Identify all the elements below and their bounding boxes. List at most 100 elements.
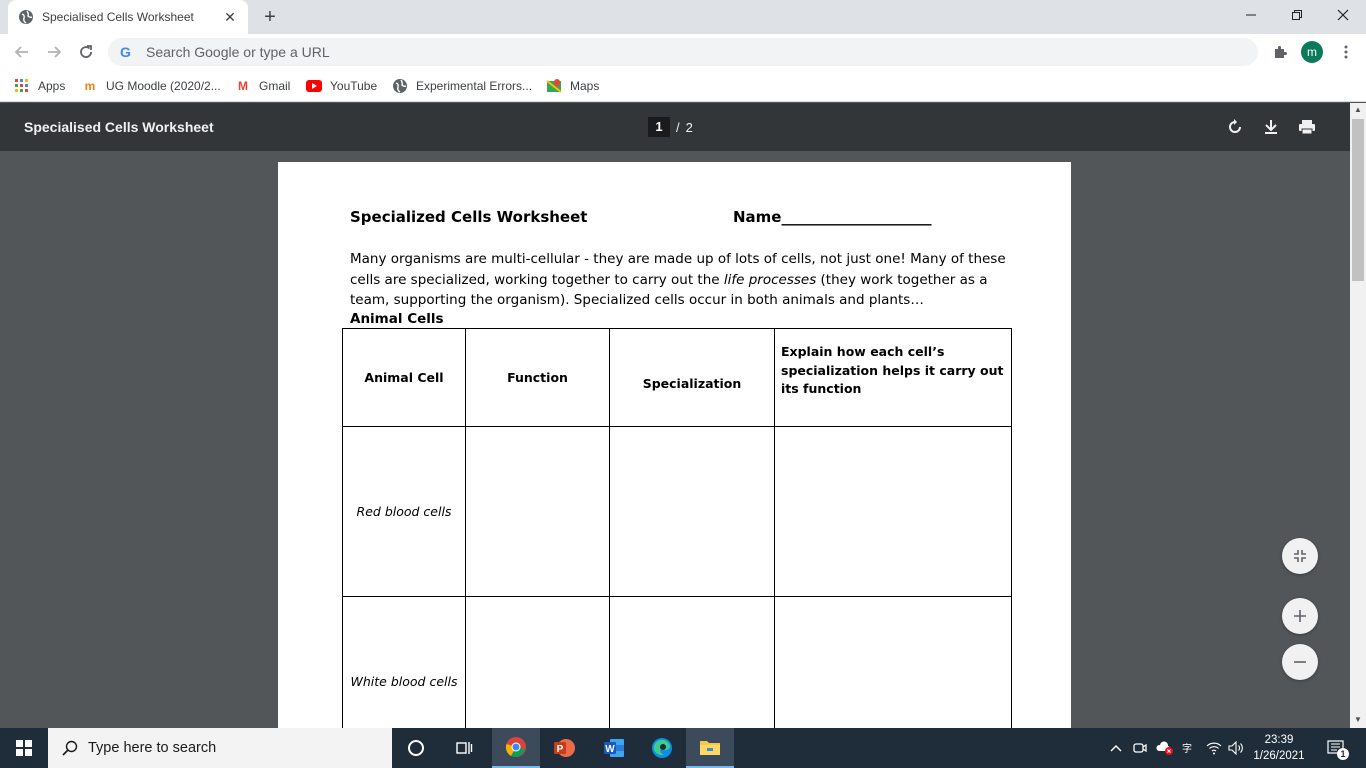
zoom-out-button[interactable] xyxy=(1282,644,1318,680)
bookmark-ug-moodle[interactable]: m UG Moodle (2020/2... xyxy=(82,76,221,96)
row-label-red-blood-cells: Red blood cells xyxy=(342,426,466,597)
total-pages: 2 xyxy=(685,119,693,135)
browser-tab[interactable]: Specialised Cells Worksheet ✕ xyxy=(8,0,248,34)
powerpoint-icon: P xyxy=(554,739,575,757)
show-hidden-icons-button[interactable] xyxy=(1106,728,1126,768)
wifi-status[interactable] xyxy=(1204,728,1224,768)
back-arrow-icon xyxy=(14,46,28,58)
input-method-indicator[interactable]: 字 xyxy=(1180,728,1200,768)
header-animal-cell: Animal Cell xyxy=(342,328,466,427)
section-heading: Animal Cells xyxy=(350,311,444,327)
current-page-input[interactable]: 1 xyxy=(648,117,670,137)
scrollbar-thumb[interactable] xyxy=(1352,119,1364,281)
download-icon xyxy=(1265,120,1277,134)
bookmark-gmail[interactable]: M Gmail xyxy=(235,76,290,96)
header-function: Function xyxy=(465,328,610,427)
tab-title: Specialised Cells Worksheet xyxy=(42,10,194,24)
taskbar-search[interactable] xyxy=(48,728,392,768)
address-input[interactable] xyxy=(146,44,1046,60)
svg-text:P: P xyxy=(557,744,564,755)
tab-strip: Specialised Cells Worksheet ✕ + xyxy=(0,0,1366,34)
taskbar-powerpoint[interactable]: P xyxy=(540,728,588,768)
start-button[interactable] xyxy=(0,728,48,768)
wifi-icon xyxy=(1206,742,1222,755)
table-cell xyxy=(774,596,1012,728)
pdf-viewport[interactable]: Specialized Cells Worksheet Name________… xyxy=(0,151,1350,728)
menu-button[interactable] xyxy=(1334,40,1358,64)
bookmark-label: Experimental Errors... xyxy=(416,79,533,93)
fit-page-icon xyxy=(1294,550,1306,562)
taskbar-chrome[interactable] xyxy=(492,728,540,768)
bookmark-maps[interactable]: Maps xyxy=(546,76,599,96)
scroll-up-icon[interactable]: ▲ xyxy=(1350,103,1366,117)
onedrive-status[interactable] xyxy=(1154,728,1176,768)
svg-text:W: W xyxy=(605,744,615,755)
worksheet-title: Specialized Cells Worksheet xyxy=(350,208,588,226)
bookmark-apps[interactable]: Apps xyxy=(14,76,65,96)
page-indicator: 1 / 2 xyxy=(648,117,693,137)
back-button[interactable] xyxy=(10,40,34,64)
search-icon xyxy=(62,740,78,756)
omnibox[interactable]: G xyxy=(108,38,1258,66)
kebab-menu-icon xyxy=(1344,45,1348,59)
notification-icon: 1 xyxy=(1327,740,1349,760)
bookmark-youtube[interactable]: YouTube xyxy=(306,76,377,96)
volume-control[interactable] xyxy=(1226,728,1248,768)
task-view-icon xyxy=(456,742,473,754)
pdf-title: Specialised Cells Worksheet xyxy=(24,119,214,135)
windows-taskbar: P W 字 23:39 1/26/2021 1 xyxy=(0,728,1366,768)
table-row: Red blood cells xyxy=(342,426,1012,597)
bookmark-label: YouTube xyxy=(330,79,378,93)
meet-now-button[interactable] xyxy=(1130,728,1150,768)
bookmark-experimental-errors[interactable]: Experimental Errors... xyxy=(392,76,532,96)
taskbar-search-input[interactable] xyxy=(88,740,368,756)
chrome-icon xyxy=(505,737,526,757)
profile-avatar[interactable]: m xyxy=(1301,41,1323,63)
restore-button[interactable] xyxy=(1274,0,1320,30)
windows-logo-icon xyxy=(16,740,32,756)
zoom-in-button[interactable] xyxy=(1282,598,1318,634)
cortana-icon xyxy=(408,740,424,756)
reload-button[interactable] xyxy=(74,40,98,64)
taskbar-file-explorer[interactable] xyxy=(686,728,734,768)
name-line: Name____________________ xyxy=(733,208,932,226)
table-cell xyxy=(609,596,775,728)
vertical-scrollbar[interactable]: ▲ ▼ xyxy=(1350,103,1366,728)
apps-grid-icon xyxy=(14,78,30,94)
minus-icon xyxy=(1294,661,1306,663)
rotate-button[interactable] xyxy=(1225,117,1245,137)
action-center-button[interactable]: 1 xyxy=(1318,728,1354,768)
close-tab-icon[interactable]: ✕ xyxy=(222,9,238,26)
forward-button[interactable] xyxy=(42,40,66,64)
page-separator: / xyxy=(676,119,680,135)
table-header-row: Animal Cell Function Specialization Expl… xyxy=(342,328,1012,427)
table-cell xyxy=(465,426,610,597)
pdf-page: Specialized Cells Worksheet Name________… xyxy=(278,162,1071,728)
close-window-button[interactable] xyxy=(1320,0,1366,30)
bookmark-label: Apps xyxy=(38,79,66,93)
task-view-button[interactable] xyxy=(440,728,488,768)
minimize-button[interactable] xyxy=(1228,0,1274,30)
table-cell xyxy=(774,426,1012,597)
row-label-white-blood-cells: White blood cells xyxy=(342,596,466,728)
taskbar-word[interactable]: W xyxy=(590,728,638,768)
extensions-button[interactable] xyxy=(1268,40,1292,64)
new-tab-button[interactable]: + xyxy=(258,5,282,29)
globe-icon xyxy=(392,78,408,94)
print-button[interactable] xyxy=(1297,117,1317,137)
taskbar-edge[interactable] xyxy=(638,728,686,768)
gmail-icon: M xyxy=(238,79,248,93)
clock-date: 1/26/2021 xyxy=(1253,750,1305,762)
table-cell xyxy=(465,596,610,728)
download-button[interactable] xyxy=(1261,117,1281,137)
speaker-icon xyxy=(1228,741,1243,755)
taskbar-clock[interactable]: 23:39 1/26/2021 xyxy=(1248,732,1310,764)
cortana-button[interactable] xyxy=(392,728,440,768)
puzzle-icon xyxy=(1275,46,1287,58)
fit-to-page-button[interactable] xyxy=(1282,538,1318,574)
pdf-toolbar: Specialised Cells Worksheet 1 / 2 xyxy=(0,103,1366,151)
reload-icon xyxy=(80,45,92,58)
maps-icon xyxy=(546,78,562,94)
header-specialization: Specialization xyxy=(609,328,775,427)
scroll-down-icon[interactable]: ▼ xyxy=(1350,713,1366,727)
